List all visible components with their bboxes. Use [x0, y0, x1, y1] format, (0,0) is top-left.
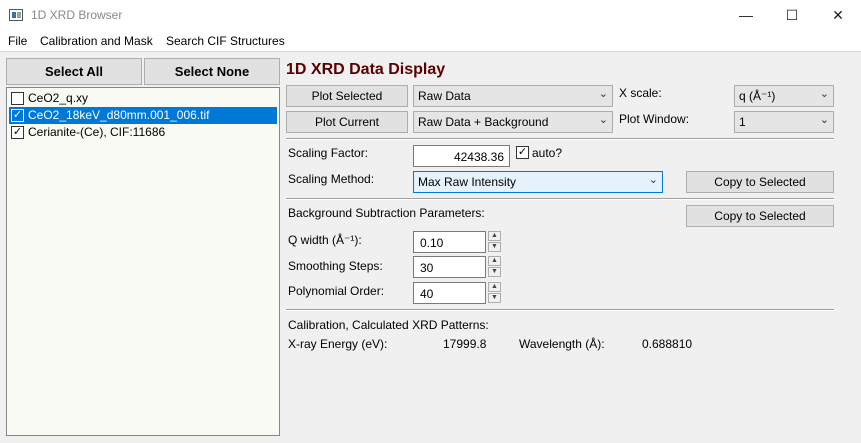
minimize-button[interactable]: —: [723, 0, 769, 31]
divider: [286, 138, 834, 140]
list-item-label: CeO2_q.xy: [28, 91, 89, 105]
scaling-method-select[interactable]: Max Raw Intensity ⌄: [413, 171, 663, 193]
xscale-select[interactable]: q (Å⁻¹) ⌄: [734, 85, 834, 107]
checkmark-icon[interactable]: ✓: [516, 146, 529, 159]
app-icon: [9, 9, 23, 21]
qwidth-label: Q width (Å⁻¹):: [288, 233, 362, 247]
stepper-up-icon[interactable]: ▲: [488, 231, 501, 241]
select-none-button[interactable]: Select None: [144, 58, 280, 85]
data-mode-select-2[interactable]: Raw Data + Background ⌄: [413, 111, 613, 133]
checkbox[interactable]: [11, 92, 24, 105]
xscale-label: X scale:: [619, 86, 662, 100]
menu-file[interactable]: File: [8, 34, 27, 48]
stepper-down-icon[interactable]: ▼: [488, 242, 501, 252]
auto-label: auto?: [532, 146, 563, 160]
copy-scaling-button[interactable]: Copy to Selected: [686, 171, 834, 193]
data-mode-select-1[interactable]: Raw Data ⌄: [413, 85, 613, 107]
wavelength-label: Wavelength (Å):: [519, 337, 605, 351]
chevron-down-icon: ⌄: [819, 114, 829, 126]
list-item[interactable]: ✓ Cerianite-(Ce), CIF:11686: [9, 124, 277, 141]
qwidth-stepper[interactable]: ▲ ▼: [488, 231, 501, 253]
plot-window-label: Plot Window:: [619, 112, 690, 126]
input-value: 40: [420, 287, 434, 301]
list-item-label: Cerianite-(Ce), CIF:11686: [28, 125, 166, 139]
energy-label: X-ray Energy (eV):: [288, 337, 388, 351]
qwidth-input[interactable]: 0.10: [413, 231, 486, 253]
maximize-button[interactable]: ☐: [769, 0, 815, 31]
file-list[interactable]: CeO2_q.xy ✓ CeO2_18keV_d80mm.001_006.tif…: [6, 87, 280, 436]
list-item-selected[interactable]: ✓ CeO2_18keV_d80mm.001_006.tif: [9, 107, 277, 124]
plot-selected-button[interactable]: Plot Selected: [286, 85, 408, 107]
input-value: 42438.36: [453, 150, 504, 164]
scaling-factor-input[interactable]: 42438.36: [413, 145, 510, 167]
menu-search-cif[interactable]: Search CIF Structures: [166, 34, 285, 48]
list-item[interactable]: CeO2_q.xy: [9, 90, 277, 107]
wavelength-value: 0.688810: [642, 337, 693, 351]
energy-value: 17999.8: [443, 337, 487, 351]
window-title: 1D XRD Browser: [31, 8, 123, 22]
chevron-down-icon: ⌄: [648, 174, 658, 186]
smoothing-label: Smoothing Steps:: [288, 259, 383, 273]
scaling-method-label: Scaling Method:: [288, 172, 375, 186]
input-value: 30: [420, 261, 434, 275]
list-item-label: CeO2_18keV_d80mm.001_006.tif: [28, 108, 210, 122]
stepper-up-icon[interactable]: ▲: [488, 256, 501, 266]
divider: [286, 309, 834, 311]
menu-calibration-mask[interactable]: Calibration and Mask: [40, 34, 153, 48]
checkmark-icon[interactable]: ✓: [11, 126, 24, 139]
calib-section-label: Calibration, Calculated XRD Patterns:: [288, 318, 489, 332]
panel-heading: 1D XRD Data Display: [286, 61, 446, 78]
menu-divider: [0, 51, 861, 52]
stepper-down-icon[interactable]: ▼: [488, 267, 501, 277]
plot-window-select[interactable]: 1 ⌄: [734, 111, 834, 133]
smoothing-stepper[interactable]: ▲ ▼: [488, 256, 501, 278]
select-all-button[interactable]: Select All: [6, 58, 142, 85]
smoothing-input[interactable]: 30: [413, 256, 486, 278]
checkmark-icon[interactable]: ✓: [11, 109, 24, 122]
stepper-down-icon[interactable]: ▼: [488, 293, 501, 303]
select-value: Raw Data: [418, 89, 471, 103]
poly-order-label: Polynomial Order:: [288, 284, 385, 298]
scaling-factor-label: Scaling Factor:: [288, 146, 369, 160]
chevron-down-icon: ⌄: [598, 114, 608, 126]
chevron-down-icon: ⌄: [819, 88, 829, 100]
input-value: 0.10: [420, 236, 444, 250]
plot-current-button[interactable]: Plot Current: [286, 111, 408, 133]
select-value: 1: [739, 115, 746, 129]
select-value: Raw Data + Background: [418, 115, 549, 129]
poly-order-input[interactable]: 40: [413, 282, 486, 304]
select-value: Max Raw Intensity: [418, 175, 517, 189]
poly-order-stepper[interactable]: ▲ ▼: [488, 282, 501, 304]
close-button[interactable]: ✕: [815, 0, 861, 31]
bg-section-label: Background Subtraction Parameters:: [288, 206, 485, 220]
select-value: q (Å⁻¹): [739, 89, 776, 103]
divider: [286, 198, 834, 200]
chevron-down-icon: ⌄: [598, 88, 608, 100]
copy-background-button[interactable]: Copy to Selected: [686, 205, 834, 227]
stepper-up-icon[interactable]: ▲: [488, 282, 501, 292]
